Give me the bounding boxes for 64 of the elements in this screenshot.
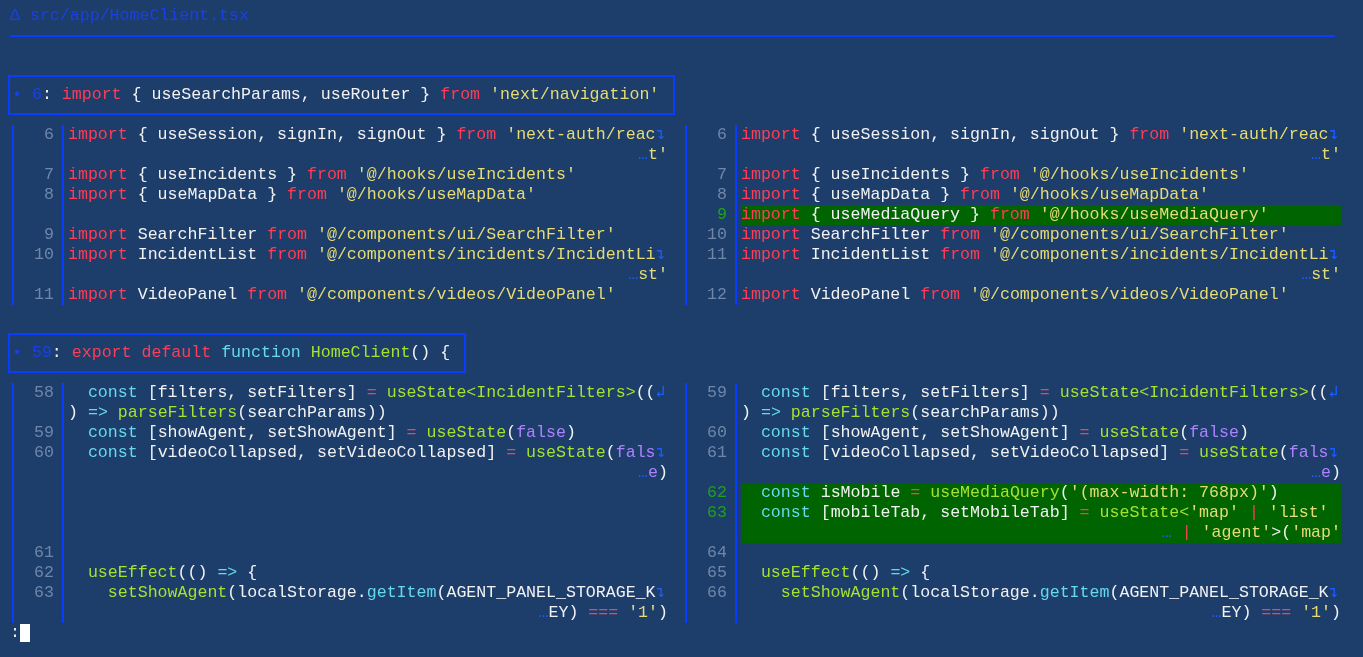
line-number: 8 [717, 185, 727, 204]
code-line: import SearchFilter from '@/components/ui/SearchFilter' [741, 225, 1290, 245]
line-number: 9 [717, 205, 727, 224]
line-number: 9 [44, 225, 54, 244]
line-number: 11 [707, 245, 727, 264]
line-number: 10 [707, 225, 727, 244]
code-line: …st' [1300, 265, 1341, 285]
code-line: import VideoPanel from '@/components/videos/VideoPanel' [741, 285, 1290, 305]
code-line: …EY) === '1') [537, 603, 668, 623]
line-number: 6 [44, 125, 54, 144]
file-header: Δ src/app/HomeClient.tsx [10, 6, 250, 26]
code-line: import { useMapData } from '@/hooks/useMapData' [68, 185, 538, 205]
line-number: 63 [34, 583, 54, 602]
code-line: import { useIncidents } from '@/hooks/useIncidents' [741, 165, 1250, 185]
line-number: 62 [707, 483, 727, 502]
line-number: 58 [34, 383, 54, 402]
code-line: const [showAgent, setShowAgent] = useState(false) [86, 423, 577, 443]
line-number: 7 [717, 165, 727, 184]
code-line: …t' [1310, 145, 1341, 165]
code-line: …e) [1310, 463, 1341, 483]
code-line: const [videoCollapsed, setVideoCollapsed] = useState(fals↴ [86, 443, 667, 463]
line-number: 12 [707, 285, 727, 304]
line-number: 11 [34, 285, 54, 304]
hunk-header: • 59: export default function HomeClient() { [8, 333, 467, 373]
line-number: 66 [707, 583, 727, 602]
command-prompt: : [10, 623, 20, 643]
code-line: const [filters, setFilters] = useState<IncidentFilters>((↲ [759, 383, 1340, 403]
line-number: 8 [44, 185, 54, 204]
code-line: import SearchFilter from '@/components/ui/SearchFilter' [68, 225, 617, 245]
code-line: setShowAgent(localStorage.getItem(AGENT_PANEL_STORAGE_K↴ [106, 583, 667, 603]
code-line: ) => parseFilters(searchParams)) [741, 403, 1061, 423]
code-line: …st' [627, 265, 668, 285]
code-line: …EY) === '1') [1210, 603, 1341, 623]
line-number: 63 [707, 503, 727, 522]
code-line: ) => parseFilters(searchParams)) [68, 403, 388, 423]
code-line: const [filters, setFilters] = useState<IncidentFilters>((↲ [86, 383, 667, 403]
code-line: useEffect(() => { [759, 563, 932, 583]
text-cursor [19, 624, 30, 642]
line-number: 6 [717, 125, 727, 144]
line-number: 10 [34, 245, 54, 264]
line-number: 65 [707, 563, 727, 582]
code-line: …t' [637, 145, 668, 165]
code-line: import { useSession, signIn, signOut } from 'next-auth/reac↴ [741, 125, 1340, 145]
line-number: 61 [34, 543, 54, 562]
line-number: 60 [707, 423, 727, 442]
line-number: 64 [707, 543, 727, 562]
line-number: 61 [707, 443, 727, 462]
code-line: import { useIncidents } from '@/hooks/useIncidents' [68, 165, 577, 185]
code-line: import IncidentList from '@/components/incidents/IncidentLi↴ [68, 245, 667, 265]
code-line: import VideoPanel from '@/components/videos/VideoPanel' [68, 285, 617, 305]
code-line: import { useMapData } from '@/hooks/useMapData' [741, 185, 1211, 205]
code-line: import IncidentList from '@/components/incidents/IncidentLi↴ [741, 245, 1340, 265]
code-line: useEffect(() => { [86, 563, 259, 583]
line-number: 62 [34, 563, 54, 582]
code-line: setShowAgent(localStorage.getItem(AGENT_PANEL_STORAGE_K↴ [779, 583, 1340, 603]
code-line: …e) [637, 463, 668, 483]
line-number: 59 [34, 423, 54, 442]
code-line: const [showAgent, setShowAgent] = useState(false) [759, 423, 1250, 443]
code-line: const [videoCollapsed, setVideoCollapsed] = useState(fals↴ [759, 443, 1340, 463]
line-number: 59 [707, 383, 727, 402]
code-line: import { useSession, signIn, signOut } from 'next-auth/reac↴ [68, 125, 667, 145]
line-number: 7 [44, 165, 54, 184]
line-number: 60 [34, 443, 54, 462]
hunk-header: • 6: import { useSearchParams, useRouter } from 'next/navigation' [8, 75, 676, 115]
